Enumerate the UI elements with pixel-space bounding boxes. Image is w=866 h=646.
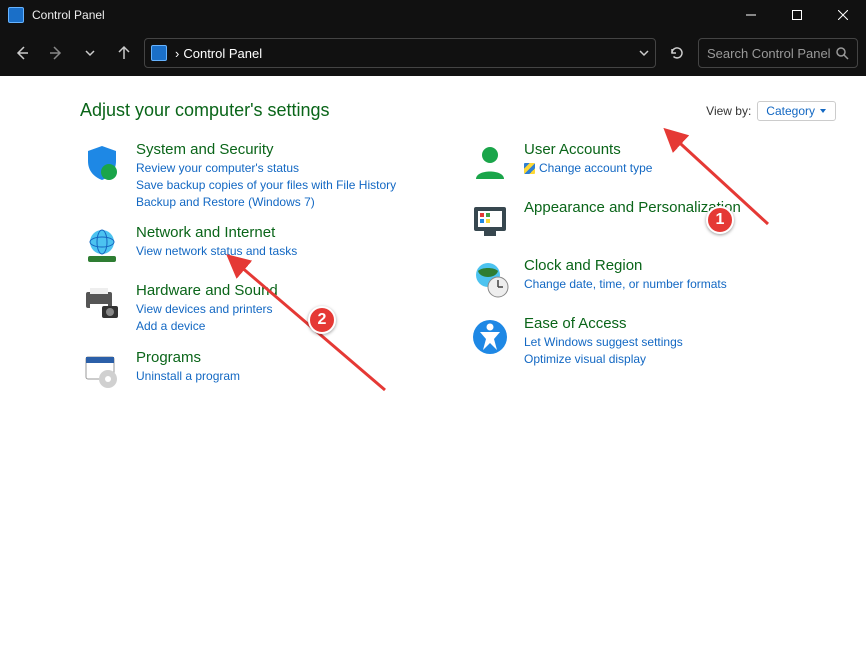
breadcrumb-control-panel[interactable]: Control Panel: [183, 46, 262, 61]
accessibility-icon: [468, 315, 512, 359]
link-clock-region[interactable]: Clock and Region: [524, 257, 836, 274]
refresh-button[interactable]: [662, 38, 692, 68]
page-title: Adjust your computer's settings: [80, 100, 330, 121]
header-row: Adjust your computer's settings View by:…: [80, 100, 836, 121]
link-optimize-display[interactable]: Optimize visual display: [524, 351, 836, 368]
globe-network-icon: [80, 224, 124, 268]
forward-button[interactable]: [42, 39, 70, 67]
link-file-history[interactable]: Save backup copies of your files with Fi…: [136, 177, 448, 194]
programs-icon: [80, 349, 124, 393]
maximize-icon: [792, 10, 802, 20]
dropdown-triangle-icon: [819, 107, 827, 115]
arrow-up-icon: [116, 45, 132, 61]
appearance-icon: [468, 199, 512, 243]
link-system-security[interactable]: System and Security: [136, 141, 448, 158]
close-icon: [838, 10, 848, 20]
arrow-right-icon: [48, 45, 64, 61]
back-button[interactable]: [8, 39, 36, 67]
link-review-status[interactable]: Review your computer's status: [136, 160, 448, 177]
chevron-down-icon: [85, 48, 95, 58]
viewby-dropdown[interactable]: Category: [757, 101, 836, 121]
link-suggest-settings[interactable]: Let Windows suggest settings: [524, 334, 836, 351]
link-change-date-time[interactable]: Change date, time, or number formats: [524, 276, 836, 293]
search-input[interactable]: Search Control Panel: [698, 38, 858, 68]
content-area: Adjust your computer's settings View by:…: [0, 76, 866, 646]
up-button[interactable]: [110, 39, 138, 67]
recent-locations-button[interactable]: [76, 39, 104, 67]
viewby-label: View by:: [706, 104, 751, 118]
titlebar: Control Panel: [0, 0, 866, 30]
refresh-icon: [669, 45, 685, 61]
shield-icon: [80, 141, 124, 185]
search-placeholder: Search Control Panel: [707, 46, 831, 61]
search-icon: [835, 46, 849, 60]
annotation-badge-2: 2: [308, 306, 336, 334]
cat-system-security: System and Security Review your computer…: [80, 141, 448, 210]
address-dropdown-icon[interactable]: [639, 48, 649, 58]
cat-ease-of-access: Ease of Access Let Windows suggest setti…: [468, 315, 836, 368]
clock-globe-icon: [468, 257, 512, 301]
address-bar[interactable]: › Control Panel: [144, 38, 656, 68]
printer-camera-icon: [80, 282, 124, 326]
minimize-button[interactable]: [728, 0, 774, 30]
app-icon: [8, 7, 24, 23]
maximize-button[interactable]: [774, 0, 820, 30]
close-button[interactable]: [820, 0, 866, 30]
annotation-badge-1: 1: [706, 206, 734, 234]
link-ease-of-access[interactable]: Ease of Access: [524, 315, 836, 332]
navbar: › Control Panel Search Control Panel: [0, 30, 866, 76]
minimize-icon: [746, 10, 756, 20]
cat-clock-region: Clock and Region Change date, time, or n…: [468, 257, 836, 301]
user-icon: [468, 141, 512, 185]
viewby-value: Category: [766, 104, 815, 118]
control-panel-icon: [151, 45, 167, 61]
link-backup-restore[interactable]: Backup and Restore (Windows 7): [136, 194, 448, 211]
arrow-left-icon: [14, 45, 30, 61]
breadcrumb-separator: ›: [175, 46, 179, 61]
link-network-internet[interactable]: Network and Internet: [136, 224, 448, 241]
window-title: Control Panel: [32, 8, 105, 22]
